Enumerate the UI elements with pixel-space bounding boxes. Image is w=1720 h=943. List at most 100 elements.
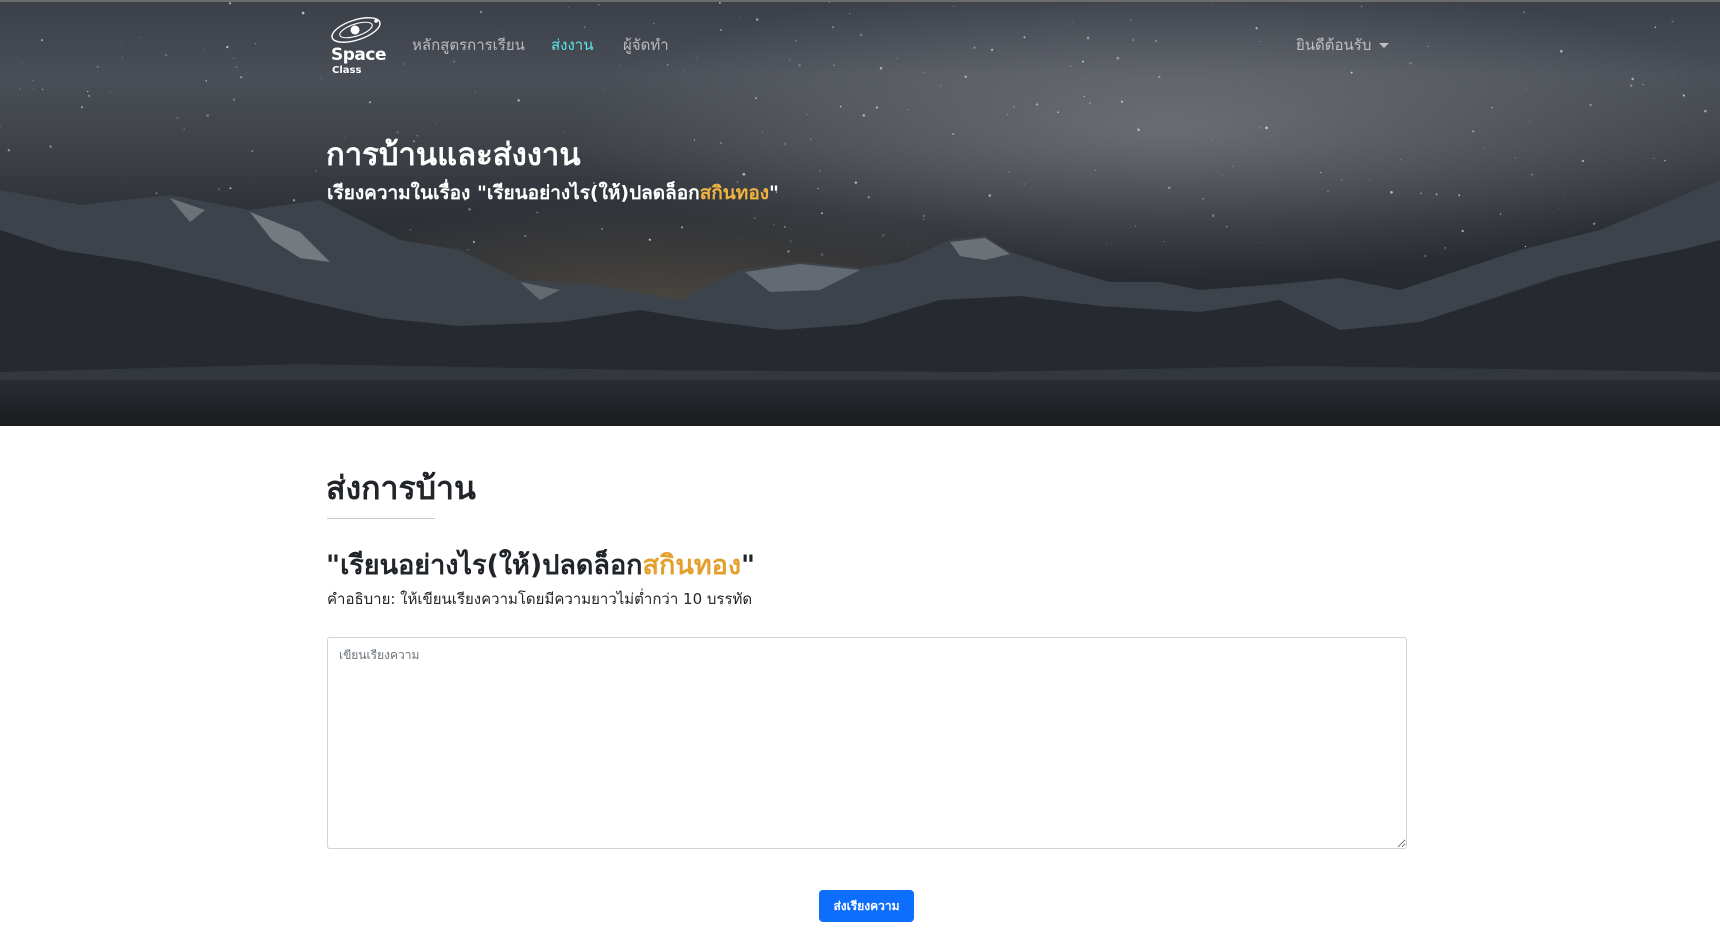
essay-topic-title: "เรียนอย่างไร(ให้)ปลดล็อกสกินทอง" <box>326 543 755 586</box>
star <box>155 191 158 195</box>
brand-logo[interactable]: Space Class <box>328 12 390 78</box>
star <box>369 101 372 104</box>
star <box>18 87 22 90</box>
hero-banner: Space Class หลักสูตรการเรียน ส่งงาน ผู้จ… <box>0 0 1720 426</box>
star <box>266 155 268 156</box>
star <box>761 131 763 133</box>
star <box>1265 126 1268 130</box>
star <box>1529 120 1531 122</box>
star <box>1211 138 1213 140</box>
star <box>1581 159 1585 163</box>
star <box>435 122 437 124</box>
star <box>1531 174 1533 176</box>
star <box>720 142 723 145</box>
star <box>1704 109 1707 113</box>
star <box>466 248 469 251</box>
star <box>1120 100 1124 103</box>
topic-accent: สกินทอง <box>642 550 742 581</box>
star <box>1319 171 1322 174</box>
star <box>1013 106 1015 108</box>
star <box>524 235 527 237</box>
star <box>1083 95 1086 98</box>
nav-item-courses[interactable]: หลักสูตรการเรียน <box>412 33 525 57</box>
star <box>742 172 746 176</box>
navbar: Space Class หลักสูตรการเรียน ส่งงาน ผู้จ… <box>0 0 1720 86</box>
star <box>458 248 460 250</box>
welcome-label: ยินดีต้อนรับ <box>1296 36 1372 54</box>
star <box>839 105 842 108</box>
star <box>109 91 111 94</box>
star <box>1261 241 1263 243</box>
nav-item-submit-work[interactable]: ส่งงาน <box>551 33 593 57</box>
star <box>789 240 792 243</box>
star <box>693 139 696 141</box>
star <box>1211 214 1215 217</box>
hero-subtitle-accent: สกินทอง <box>699 182 770 204</box>
star <box>1458 194 1461 197</box>
star <box>80 106 84 109</box>
star <box>409 229 412 231</box>
star <box>292 199 296 202</box>
star <box>206 114 210 117</box>
star <box>1558 207 1560 209</box>
star <box>1400 158 1402 161</box>
star <box>952 132 955 136</box>
star <box>1007 114 1008 116</box>
star <box>755 97 757 99</box>
hero-subtitle-prefix: เรียงความในเรื่อง "เรียนอย่างไร(ให้)ปลดล… <box>327 182 700 204</box>
welcome-dropdown[interactable]: ยินดีต้อนรับ <box>1296 33 1390 57</box>
star <box>536 211 539 214</box>
hero-subtitle: เรียงความในเรื่อง "เรียนอย่างไร(ให้)ปลดล… <box>327 178 779 208</box>
star <box>1035 103 1039 106</box>
star <box>1491 106 1493 109</box>
nav-item-makers[interactable]: ผู้จัดทำ <box>623 33 669 57</box>
star <box>1095 169 1097 171</box>
star <box>1444 247 1447 249</box>
section-title: ส่งการบ้าน <box>326 469 476 507</box>
star <box>472 240 475 243</box>
star <box>232 98 236 101</box>
star <box>922 218 924 220</box>
star <box>783 142 786 146</box>
planet-orbit-logo-icon <box>331 17 381 43</box>
star <box>1682 94 1685 97</box>
hero-subtitle-suffix: " <box>769 182 779 204</box>
star <box>1664 159 1666 162</box>
star <box>1221 174 1223 176</box>
star <box>787 250 790 253</box>
star <box>716 140 718 142</box>
star <box>183 128 185 130</box>
star <box>1326 190 1329 193</box>
hero-title: การบ้านและส่งงาน <box>326 137 581 173</box>
star <box>1167 186 1171 190</box>
star <box>854 181 858 184</box>
star <box>1428 155 1430 157</box>
star <box>820 253 824 256</box>
star <box>7 149 10 152</box>
star <box>1653 157 1655 160</box>
star <box>1472 130 1475 133</box>
essay-textarea[interactable] <box>327 637 1407 849</box>
star <box>426 125 427 126</box>
star <box>1368 179 1370 181</box>
star <box>817 187 819 190</box>
star <box>988 194 992 197</box>
topic-prefix: "เรียนอย่างไร(ให้)ปลดล็อก <box>326 550 643 581</box>
star <box>1202 197 1205 200</box>
star <box>1023 183 1026 186</box>
star <box>1593 222 1596 225</box>
submit-essay-button[interactable]: ส่งเรียงความ <box>819 890 914 922</box>
star <box>315 170 317 172</box>
star <box>1514 157 1516 159</box>
star <box>773 223 775 226</box>
star <box>681 226 684 229</box>
star <box>1232 165 1234 167</box>
caret-down-icon <box>1379 43 1390 48</box>
star <box>1007 170 1010 173</box>
star <box>922 214 926 218</box>
star <box>1259 127 1261 129</box>
star <box>87 90 89 93</box>
star <box>819 169 821 172</box>
star <box>1135 225 1137 227</box>
star <box>33 87 35 89</box>
